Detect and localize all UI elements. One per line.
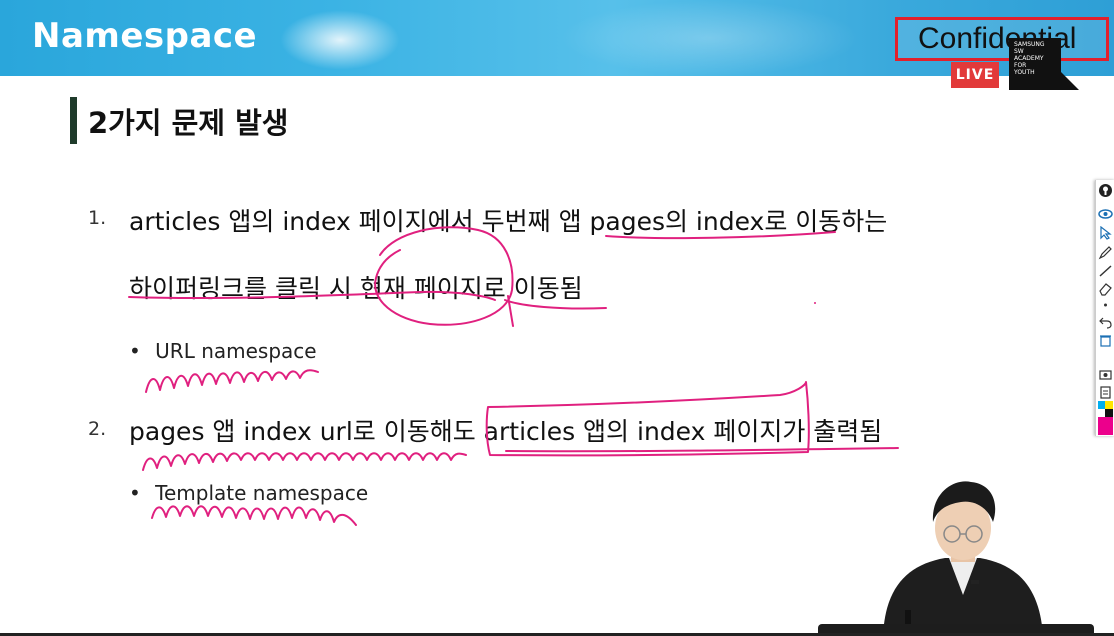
wavy-underline	[151, 505, 357, 526]
wavy-underline	[142, 452, 467, 471]
underline-stroke	[605, 231, 836, 240]
underline-stroke	[505, 447, 899, 453]
pen-dot	[814, 302, 816, 304]
eye-icon[interactable]	[1098, 207, 1113, 221]
trash-icon[interactable]	[1098, 333, 1113, 347]
loop-stroke	[504, 299, 607, 310]
drawing-toolbar	[1095, 180, 1114, 436]
clipboard-icon[interactable]	[1098, 385, 1113, 399]
info-icon[interactable]	[1098, 183, 1113, 197]
wavy-underline	[145, 369, 319, 393]
tick-stroke	[507, 295, 514, 327]
camera-icon[interactable]	[1098, 367, 1113, 381]
eraser-icon[interactable]	[1098, 282, 1113, 296]
box-stroke	[485, 381, 810, 457]
circle-stroke	[374, 226, 514, 326]
presenter-webcam	[883, 481, 1043, 636]
underline-stroke	[128, 290, 496, 301]
dot-icon[interactable]	[1098, 298, 1113, 312]
pen-icon[interactable]	[1098, 246, 1113, 260]
line-icon[interactable]	[1098, 264, 1113, 278]
cursor-icon[interactable]	[1098, 225, 1113, 240]
undo-icon[interactable]	[1098, 315, 1113, 329]
color-palette-icon[interactable]	[1098, 401, 1113, 435]
